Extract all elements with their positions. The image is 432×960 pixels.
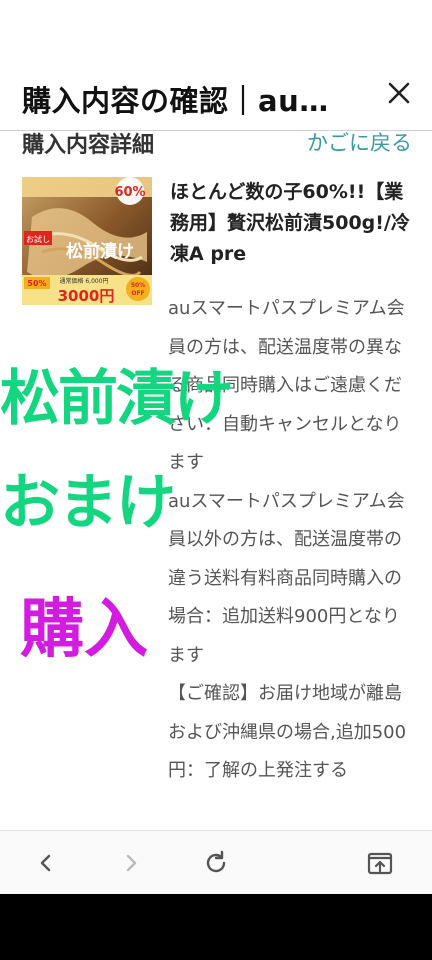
svg-text:通常価格 6,000円: 通常価格 6,000円 <box>59 277 108 285</box>
overlay-text-omake: おまけ <box>0 468 176 538</box>
svg-text:お試し: お試し <box>26 234 50 244</box>
overlay-text-matsumaezuke: 松前漬け <box>0 364 234 434</box>
page-header: 購入内容の確認｜au… <box>0 0 432 131</box>
close-icon[interactable] <box>386 80 412 106</box>
note-remote-area: 【ご確認】お届け地域が離島および沖縄県の場合,追加500円：了解の上発注する <box>168 683 407 781</box>
chevron-left-icon[interactable] <box>32 849 60 877</box>
svg-text:OFF: OFF <box>131 290 144 297</box>
chevron-right-icon[interactable] <box>117 849 145 877</box>
back-to-cart-link[interactable]: かごに戻る <box>307 127 412 157</box>
open-in-app-icon[interactable] <box>366 849 394 877</box>
system-navigation-bar <box>0 894 432 960</box>
svg-text:50%: 50% <box>27 279 46 288</box>
svg-text:50%: 50% <box>131 282 145 289</box>
product-name[interactable]: ほとんど数の子60%!!【業務用】贅沢松前漬500g!/冷凍A pre <box>170 177 415 270</box>
product-thumbnail[interactable]: 60% お試し 松前漬け 50% 通常価格 6,000円 3000円 50% O… <box>22 177 152 305</box>
svg-text:3000円: 3000円 <box>58 287 115 305</box>
reload-icon[interactable] <box>202 849 230 877</box>
svg-text:60%: 60% <box>114 185 145 200</box>
page-title: 購入内容の確認｜au… <box>22 84 329 118</box>
svg-text:松前漬け: 松前漬け <box>66 241 134 262</box>
section-header: 購入内容詳細 かごに戻る <box>22 127 412 158</box>
section-title: 購入内容詳細 <box>22 133 155 158</box>
note-non-premium: auスマートパスプレミアム会員以外の方は、配送温度帯の違う送料有料商品同時購入の… <box>168 490 405 666</box>
browser-toolbar <box>0 830 432 895</box>
overlay-text-purchase: 購入 <box>20 593 148 667</box>
